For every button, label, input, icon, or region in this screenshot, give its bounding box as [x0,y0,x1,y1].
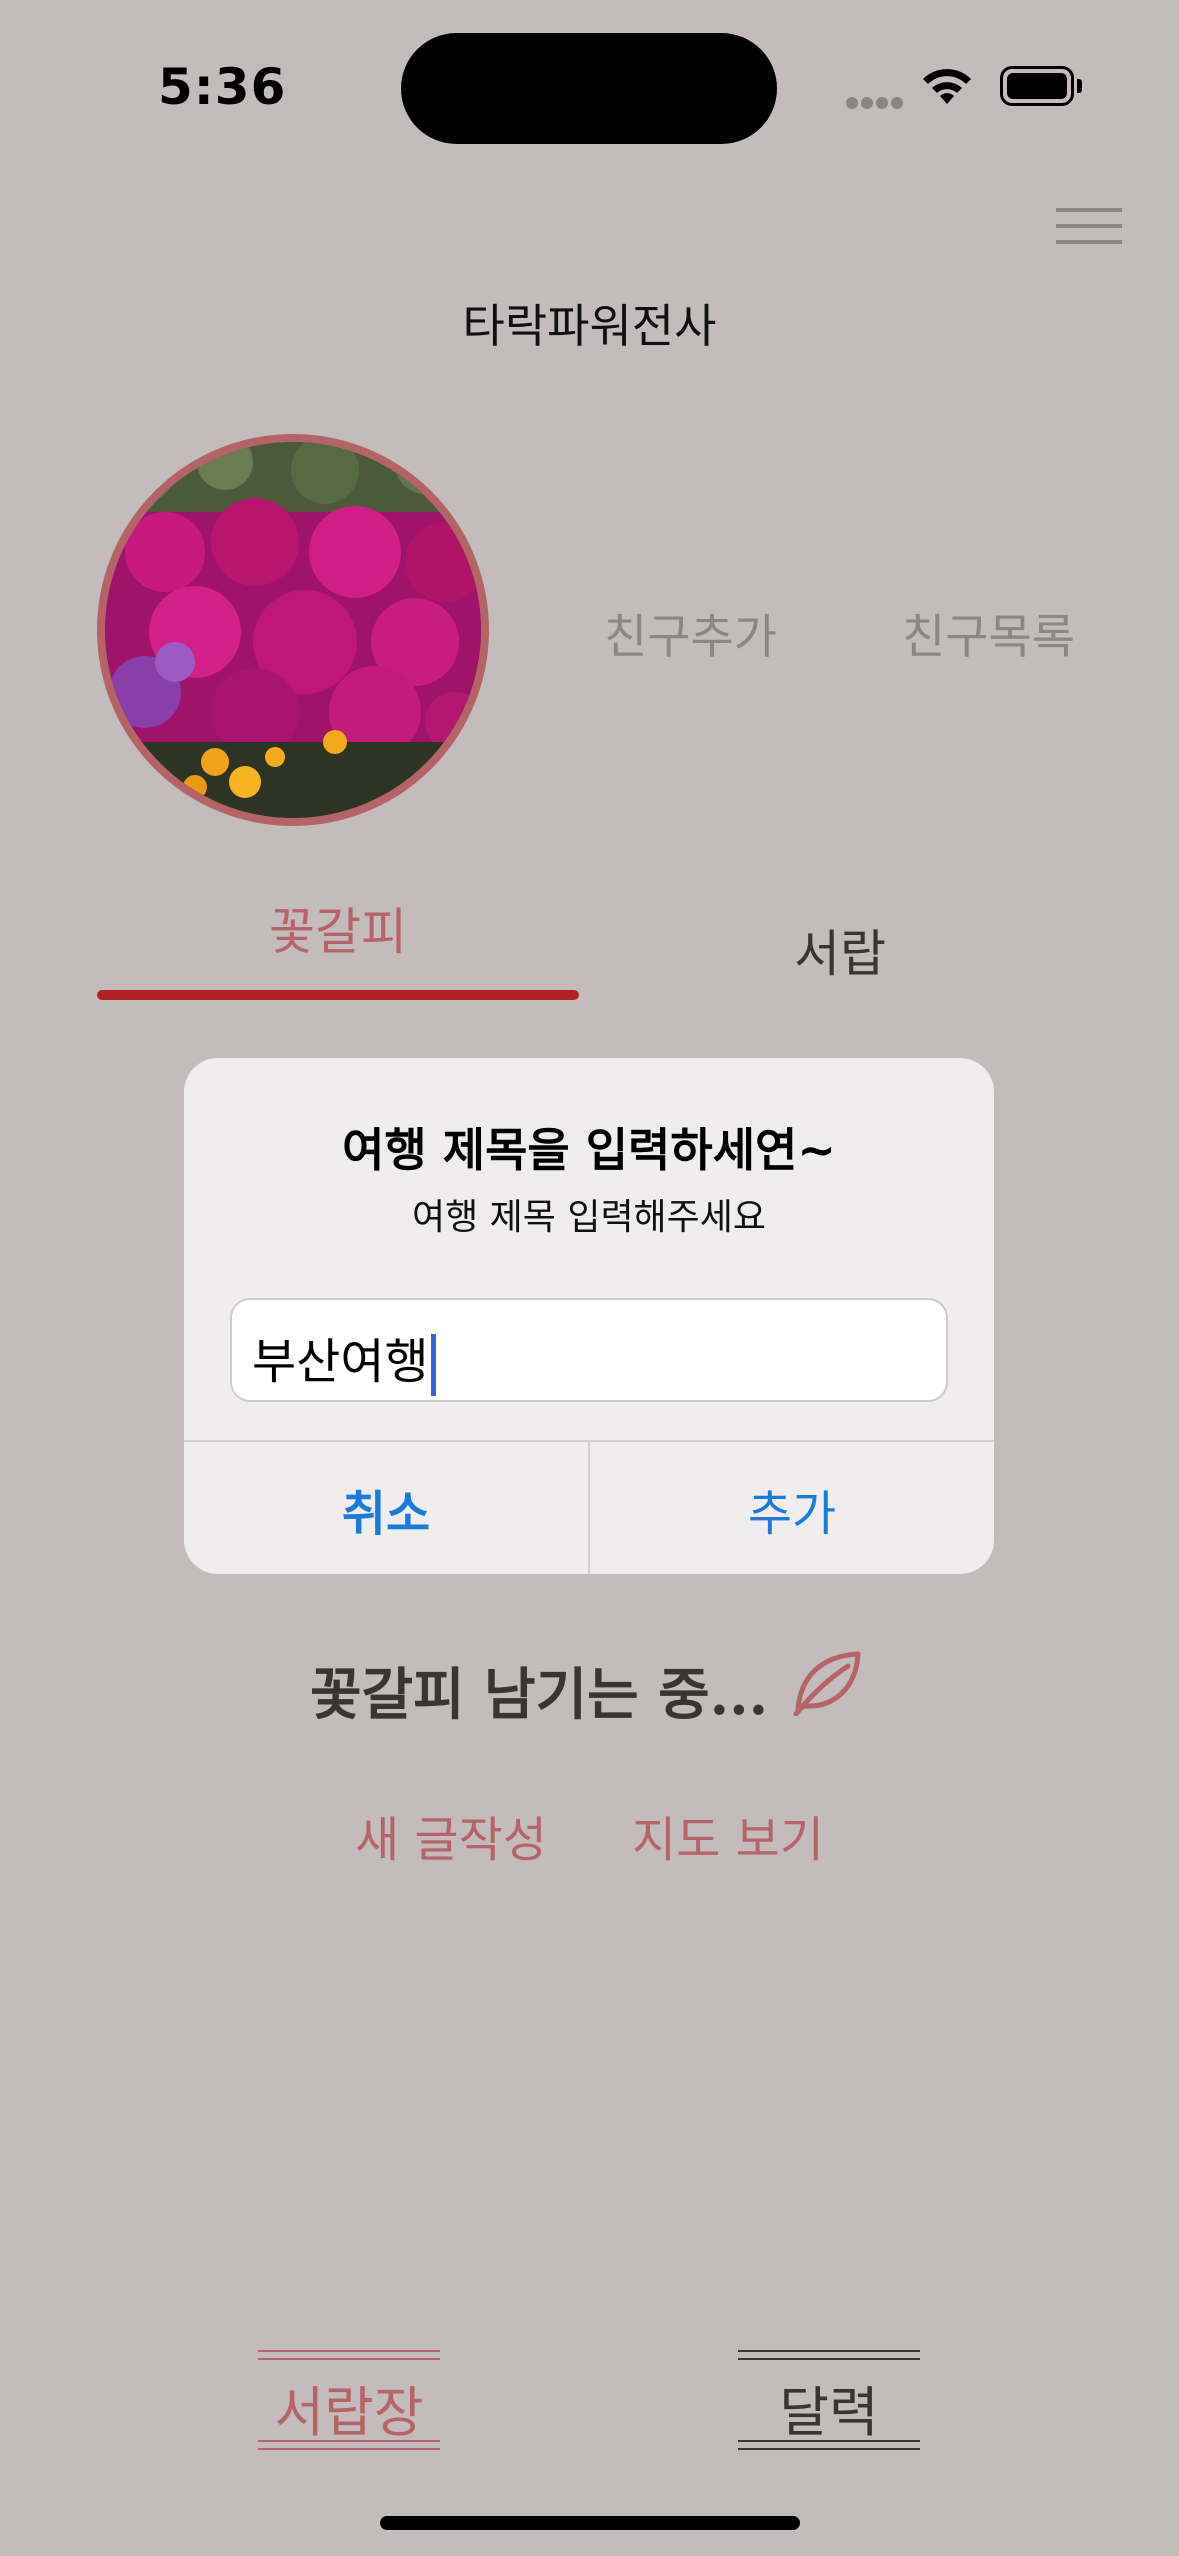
friend-list-button[interactable]: 친구목록 [902,598,1075,667]
status-text: 꽃갈피 남기는 중... [310,1662,769,1728]
drawer-line [258,2448,440,2450]
trip-title-value: 부산여행 [252,1334,429,1390]
tab-bookmark[interactable]: 꽃갈피 [97,892,579,964]
username-title: 타락파워전사 [462,299,717,353]
drawer-line [258,2358,440,2360]
dynamic-island [401,33,777,144]
calendar-button[interactable]: 달력 [738,2350,920,2450]
drawer-line [258,2350,440,2352]
hamburger-menu-icon[interactable] [1056,208,1122,256]
drawer-cabinet-button[interactable]: 서랍장 [258,2350,440,2450]
drawer-line [258,2440,440,2442]
add-button[interactable]: 추가 [590,1474,994,1544]
add-friend-button[interactable]: 친구추가 [604,598,777,667]
calendar-line [738,2448,920,2450]
flower-photo [105,442,481,818]
map-view-button[interactable]: 지도 보기 [632,1800,824,1870]
home-indicator[interactable] [380,2516,800,2530]
battery-tip [1077,79,1082,93]
leaf-icon [793,1651,861,1716]
profile-avatar[interactable] [97,434,489,826]
status-time: 5:36 [158,58,287,116]
drawer-cabinet-label: 서랍장 [274,2381,424,2444]
dialog-message: 여행 제목 입력해주세요 [411,1197,767,1238]
dialog-title: 여행 제목을 입력하세연~ [342,1123,836,1177]
calendar-line [738,2358,920,2360]
tab-drawer[interactable]: 서랍 [600,914,1080,986]
trip-title-input[interactable]: 부산여행 [230,1298,948,1402]
battery-icon [1000,66,1074,106]
wifi-icon [923,69,971,104]
new-post-button[interactable]: 새 글작성 [355,1800,547,1870]
calendar-label: 달력 [779,2381,879,2444]
cancel-button[interactable]: 취소 [184,1474,588,1544]
active-tab-indicator [97,990,579,1000]
text-caret [430,1334,436,1396]
cellular-signal-icon [846,94,906,113]
alert-dialog: 여행 제목을 입력하세연~ 여행 제목 입력해주세요 부산여행 취소 추가 [184,1058,994,1574]
calendar-line [738,2440,920,2442]
calendar-line [738,2350,920,2352]
